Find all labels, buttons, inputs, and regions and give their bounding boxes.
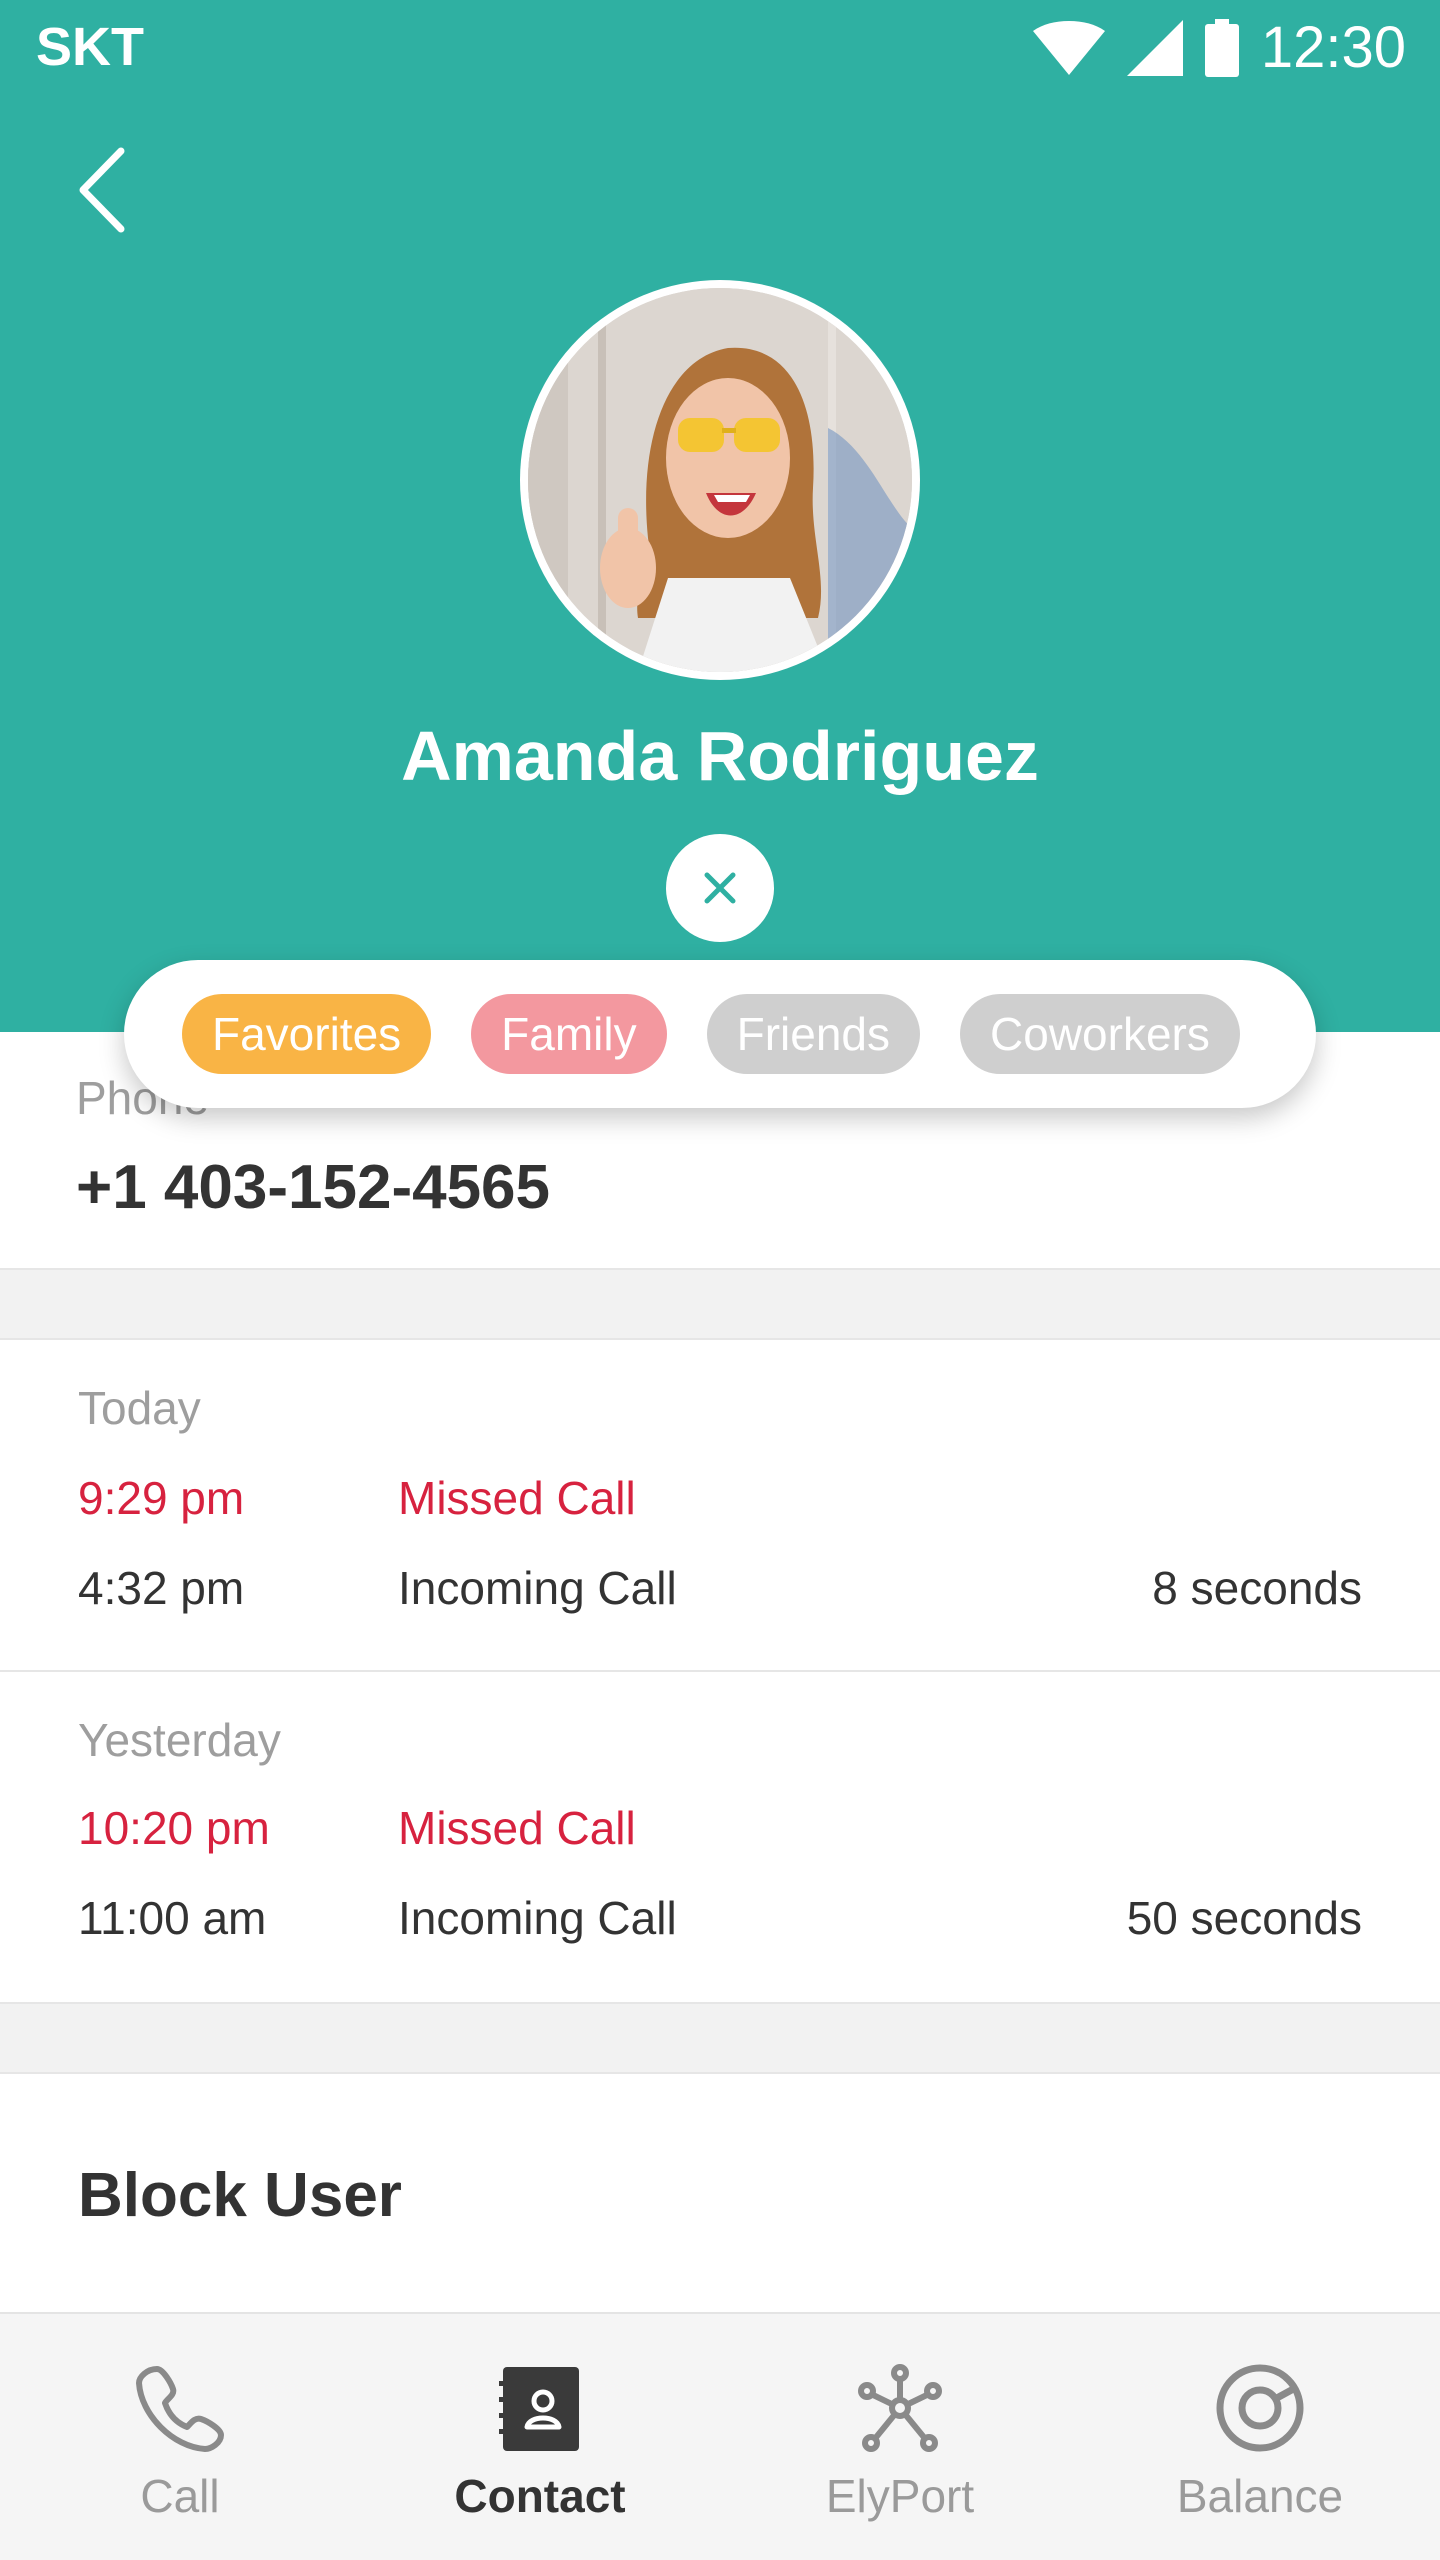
contact-detail-screen: SKT 12:30 Amanda Rodriguez Favorites Fam… [0, 0, 1440, 2560]
avatar-frame [520, 280, 920, 680]
avatar[interactable] [528, 288, 912, 672]
tag-chip-coworkers[interactable]: Coworkers [960, 994, 1240, 1074]
nav-item-elyport[interactable]: ElyPort [720, 2314, 1080, 2560]
status-icons: 12:30 [1032, 15, 1406, 80]
close-tags-button[interactable] [666, 834, 774, 942]
nav-label: Call [140, 2470, 220, 2522]
nav-label: ElyPort [825, 2470, 975, 2522]
nav-label: Contact [454, 2470, 626, 2522]
clock: 12:30 [1260, 15, 1406, 80]
section-divider [0, 2004, 1440, 2074]
call-type: Incoming Call [398, 1562, 677, 1614]
nav-item-contact[interactable]: Contact [360, 2314, 720, 2560]
nav-item-call[interactable]: Call [0, 2314, 360, 2560]
history-date: Yesterday [78, 1714, 281, 1766]
nav-item-balance[interactable]: Balance [1080, 2314, 1440, 2560]
call-row[interactable]: 11:00 am Incoming Call 50 seconds [0, 1888, 1440, 1948]
call-history-group-yesterday: Yesterday 10:20 pm Missed Call 11:00 am … [0, 1672, 1440, 2004]
battery-icon [1204, 19, 1239, 77]
wifi-icon [1032, 21, 1105, 75]
call-type: Missed Call [398, 1472, 636, 1524]
history-date: Today [78, 1382, 201, 1434]
call-time: 9:29 pm [78, 1472, 245, 1524]
block-section: Block User [0, 2074, 1440, 2314]
signal-icon [1126, 20, 1183, 76]
call-type: Incoming Call [398, 1892, 677, 1944]
chevron-left-icon [79, 147, 125, 233]
tag-chip-family[interactable]: Family [471, 994, 667, 1074]
header: SKT 12:30 Amanda Rodriguez [0, 0, 1440, 1032]
call-duration: 8 seconds [1152, 1562, 1362, 1614]
avatar-photo [528, 288, 912, 672]
tag-chip-friends[interactable]: Friends [706, 994, 921, 1074]
tag-chip-label: Family [501, 1008, 637, 1060]
tag-chip-label: Favorites [212, 1008, 402, 1060]
balance-icon [1216, 2364, 1304, 2452]
phone-icon [136, 2366, 224, 2452]
nav-label: Balance [1176, 2470, 1344, 2522]
call-time: 11:00 am [78, 1892, 267, 1944]
tag-selector: Favorites Family Friends Coworkers [124, 960, 1316, 1108]
close-icon [704, 872, 736, 904]
call-duration: 50 seconds [1126, 1892, 1362, 1944]
tag-chip-label: Friends [736, 1008, 891, 1060]
call-type: Missed Call [398, 1802, 636, 1854]
tag-chip-label: Coworkers [990, 1008, 1210, 1060]
tag-chip-favorites[interactable]: Favorites [182, 994, 432, 1074]
back-button[interactable] [62, 140, 142, 240]
block-user-button[interactable]: Block User [78, 2160, 402, 2232]
call-time: 10:20 pm [78, 1802, 270, 1854]
call-history-group-today: Today 9:29 pm Missed Call 4:32 pm Incomi… [0, 1340, 1440, 1672]
status-bar: SKT 12:30 [0, 0, 1440, 96]
call-row[interactable]: 4:32 pm Incoming Call 8 seconds [0, 1558, 1440, 1618]
contact-book-icon [499, 2367, 579, 2451]
call-row[interactable]: 10:20 pm Missed Call [0, 1798, 1440, 1858]
carrier-label: SKT [36, 17, 144, 77]
network-icon [858, 2364, 942, 2452]
contact-name: Amanda Rodriguez [401, 717, 1039, 795]
section-divider [0, 1270, 1440, 1340]
call-row[interactable]: 9:29 pm Missed Call [0, 1468, 1440, 1528]
phone-number[interactable]: +1 403-152-4565 [76, 1152, 550, 1224]
call-time: 4:32 pm [78, 1562, 245, 1614]
bottom-navigation: Call Contact ElyPort Balance [0, 2312, 1440, 2560]
